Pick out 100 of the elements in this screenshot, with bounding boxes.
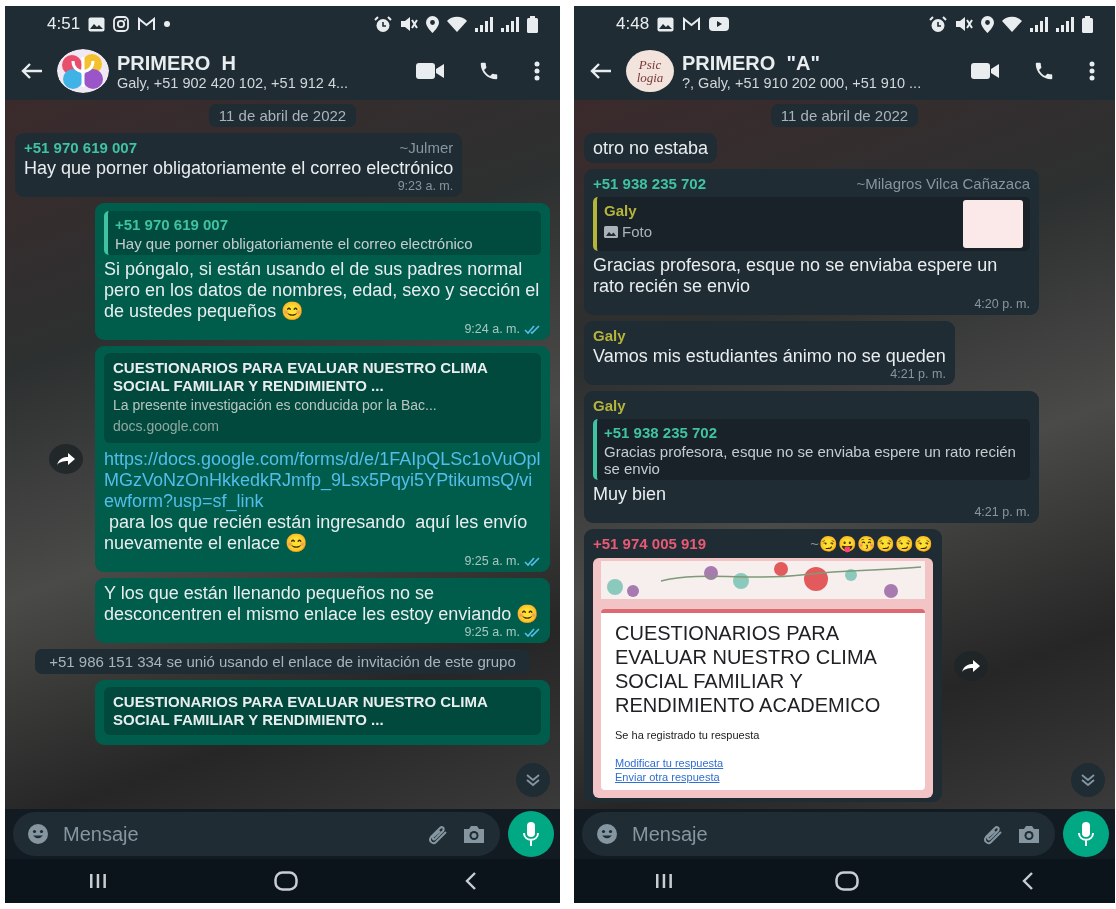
sender-name: Galy: [593, 396, 626, 416]
camera-icon[interactable]: [1017, 824, 1041, 844]
form-link[interactable]: Enviar otra respuesta: [615, 770, 911, 784]
back-arrow-icon[interactable]: [590, 62, 612, 80]
message-bubble[interactable]: Galy +51 938 235 702 Gracias profesora, esque no se enviaba espere un rato recién se envio Muy bien 4:21 p. m.: [584, 391, 1039, 523]
message-bubble[interactable]: [95, 346, 550, 572]
avatar-text: logia: [636, 71, 664, 84]
quoted-sender: +51 938 235 702: [604, 423, 719, 443]
alarm-icon: [374, 15, 392, 33]
dot-icon: [164, 21, 171, 27]
muted-speaker-icon: [955, 16, 973, 32]
voice-message-button[interactable]: [1063, 811, 1109, 857]
image-thumbnail: [963, 200, 1023, 248]
quoted-message[interactable]: Galy Foto: [593, 197, 1030, 251]
signal-icon: [1056, 16, 1074, 32]
message-text: Muy bien: [593, 484, 668, 505]
message-bubble[interactable]: +51 974 005 919 ~😏😛😚😏😏😏 CUESTIONARIOS PARA EVALUAR NUESTRO CLIMA SOCIAL FAMILIAR Y RENDIMIENTO ACADEMICO Se ha registrado tu respuesta Modificar tu respuesta Enviar otra respuesta: [584, 529, 942, 802]
message-time: 4:20 p. m.: [974, 297, 1030, 311]
sender-alias: ~😏😛😚😏😏😏: [810, 534, 933, 554]
attach-icon[interactable]: [426, 823, 450, 845]
home-icon[interactable]: [273, 871, 298, 891]
url-link[interactable]: https://docs.google.com/forms/d/e/1FAIpQLSc1oVuOplMGzVoNzOnHkkedkRJmfp_9Lsx5Pqyi5YPtikumsQ/viewform?usp=sf_link: [104, 449, 541, 512]
message-input-bar[interactable]: Mensaje: [582, 812, 1055, 856]
scroll-down-button[interactable]: [516, 763, 550, 797]
wifi-icon: [447, 16, 467, 32]
group-avatar[interactable]: Psic logia: [626, 50, 674, 92]
message-text: Si póngalo, si están usando el de sus padres normal pero en los datos de nombres, edad, sexo y sección el de ustedes pequeños 😊: [104, 259, 541, 322]
phone-call-icon[interactable]: [478, 60, 500, 82]
emoji-icon[interactable]: [27, 823, 49, 845]
signal-icon: [475, 16, 493, 32]
quoted-sender: Galy: [604, 201, 638, 221]
battery-icon: [1082, 15, 1093, 33]
envelope-m-icon: [682, 17, 702, 31]
double-chevron-down-icon: [1080, 773, 1096, 787]
sender-alias: ~Julmer: [399, 138, 454, 158]
link-preview[interactable]: CUESTIONARIOS PARA EVALUAR NUESTRO CLIMA SOCIAL FAMILIAR Y RENDIMIENTO ... La presente investigación es conducida por la Bac... docs.google.com: [104, 353, 541, 443]
attach-icon[interactable]: [981, 823, 1005, 845]
back-icon[interactable]: [1021, 872, 1034, 890]
message-bubble[interactable]: otro no estaba: [584, 133, 718, 163]
envelope-m-icon: [137, 17, 157, 31]
phone-call-icon[interactable]: [1033, 60, 1055, 82]
message-bubble[interactable]: +51 970 619 007 ~Julmer Hay que porner obligatoriamente el correo electrónico 9:23 a. m.: [15, 133, 463, 197]
form-title: CUESTIONARIOS PARA EVALUAR NUESTRO CLIMA SOCIAL FAMILIAR Y RENDIMIENTO ACADEMICO: [615, 621, 882, 717]
more-options-icon[interactable]: [534, 61, 540, 81]
back-arrow-icon[interactable]: [21, 62, 43, 80]
quoted-message[interactable]: +51 970 619 007 Hay que porner obligatoriamente el correo electrónico: [104, 211, 541, 255]
message-bubble[interactable]: +51 938 235 702 ~Milagros Vilca Cañazaca Galy Foto Gracias profesora, esque no se enviaba espere un rato recién se envio 4:20 p. m.: [584, 169, 1039, 315]
message-time: 4:21 p. m.: [890, 367, 946, 381]
chat-title[interactable]: PRIMERO "A": [682, 51, 943, 75]
message-time: 9:25 a. m.: [464, 554, 520, 568]
message-input-bar[interactable]: Mensaje: [13, 812, 500, 856]
link-preview[interactable]: CUESTIONARIOS PARA EVALUAR NUESTRO CLIMA SOCIAL FAMILIAR Y RENDIMIENTO ...: [104, 687, 541, 735]
sender-alias: ~Milagros Vilca Cañazaca: [856, 174, 1030, 194]
picture-icon: [657, 16, 675, 32]
quoted-message[interactable]: +51 938 235 702 Gracias profesora, esque no se enviaba espere un rato recién se envio: [593, 419, 1030, 480]
home-icon[interactable]: [835, 871, 860, 891]
preview-title: CUESTIONARIOS PARA EVALUAR NUESTRO CLIMA SOCIAL FAMILIAR Y RENDIMIENTO ...: [113, 359, 489, 395]
double-chevron-down-icon: [525, 773, 541, 787]
microphone-icon: [523, 822, 539, 846]
message-bubble[interactable]: [95, 203, 550, 340]
clock-time: 4:51: [47, 14, 81, 34]
quoted-text: Hay que porner obligatoriamente el correo electrónico: [115, 235, 474, 252]
system-message: +51 986 151 334 se unió usando el enlace de invitación de este grupo: [35, 649, 530, 674]
form-note: Se ha registrado tu respuesta: [615, 728, 761, 743]
microphone-icon: [1078, 822, 1094, 846]
video-call-icon[interactable]: [416, 62, 444, 80]
forward-button[interactable]: [49, 444, 83, 474]
message-text: Hay que porner obligatoriamente el correo electrónico: [24, 158, 454, 179]
camera-icon[interactable]: [462, 824, 486, 844]
voice-message-button[interactable]: [508, 811, 554, 857]
quoted-sender: +51 970 619 007: [115, 215, 230, 235]
forward-arrow-icon: [961, 658, 981, 673]
quoted-text: Foto: [622, 222, 652, 242]
forward-button[interactable]: [954, 650, 988, 681]
preview-domain: docs.google.com: [113, 417, 220, 436]
video-call-icon[interactable]: [971, 62, 999, 80]
more-options-icon[interactable]: [1089, 61, 1095, 81]
form-link[interactable]: Modificar tu respuesta: [615, 756, 911, 770]
sender-name: +51 938 235 702: [593, 174, 707, 194]
date-label: 11 de abril de 2022: [770, 104, 919, 127]
message-bubble[interactable]: Y los que están llenando pequeños no se desconcentren el mismo enlace les estoy enviando 😊 9:25 a. m.: [95, 578, 550, 643]
back-icon[interactable]: [464, 872, 477, 890]
message-bubble[interactable]: CUESTIONARIOS PARA EVALUAR NUESTRO CLIMA SOCIAL FAMILIAR Y RENDIMIENTO ...: [95, 680, 550, 745]
group-avatar-icon[interactable]: [57, 49, 109, 93]
message-bubble[interactable]: Galy Vamos mis estudiantes ánimo no se queden 4:21 p. m.: [584, 321, 955, 385]
play-icon: [709, 17, 730, 31]
emoji-icon[interactable]: [596, 823, 618, 845]
recent-apps-icon[interactable]: [88, 873, 107, 889]
chat-title[interactable]: PRIMERO H: [117, 51, 388, 75]
battery-icon: [527, 15, 538, 33]
signal-icon: [1030, 16, 1048, 32]
message-time: 9:25 a. m.: [464, 625, 520, 639]
recent-apps-icon[interactable]: [655, 873, 674, 889]
chat-participants: ?, Galy, +51 910 202 000, +51 910 ...: [682, 74, 923, 91]
preview-title: CUESTIONARIOS PARA EVALUAR NUESTRO CLIMA SOCIAL FAMILIAR Y RENDIMIENTO ...: [113, 693, 489, 729]
forward-arrow-icon: [56, 452, 76, 466]
message-time: 4:21 p. m.: [974, 505, 1030, 519]
message-text: otro no estaba: [593, 138, 709, 159]
scroll-down-button[interactable]: [1071, 763, 1105, 797]
sender-name: +51 970 619 007: [24, 138, 138, 158]
